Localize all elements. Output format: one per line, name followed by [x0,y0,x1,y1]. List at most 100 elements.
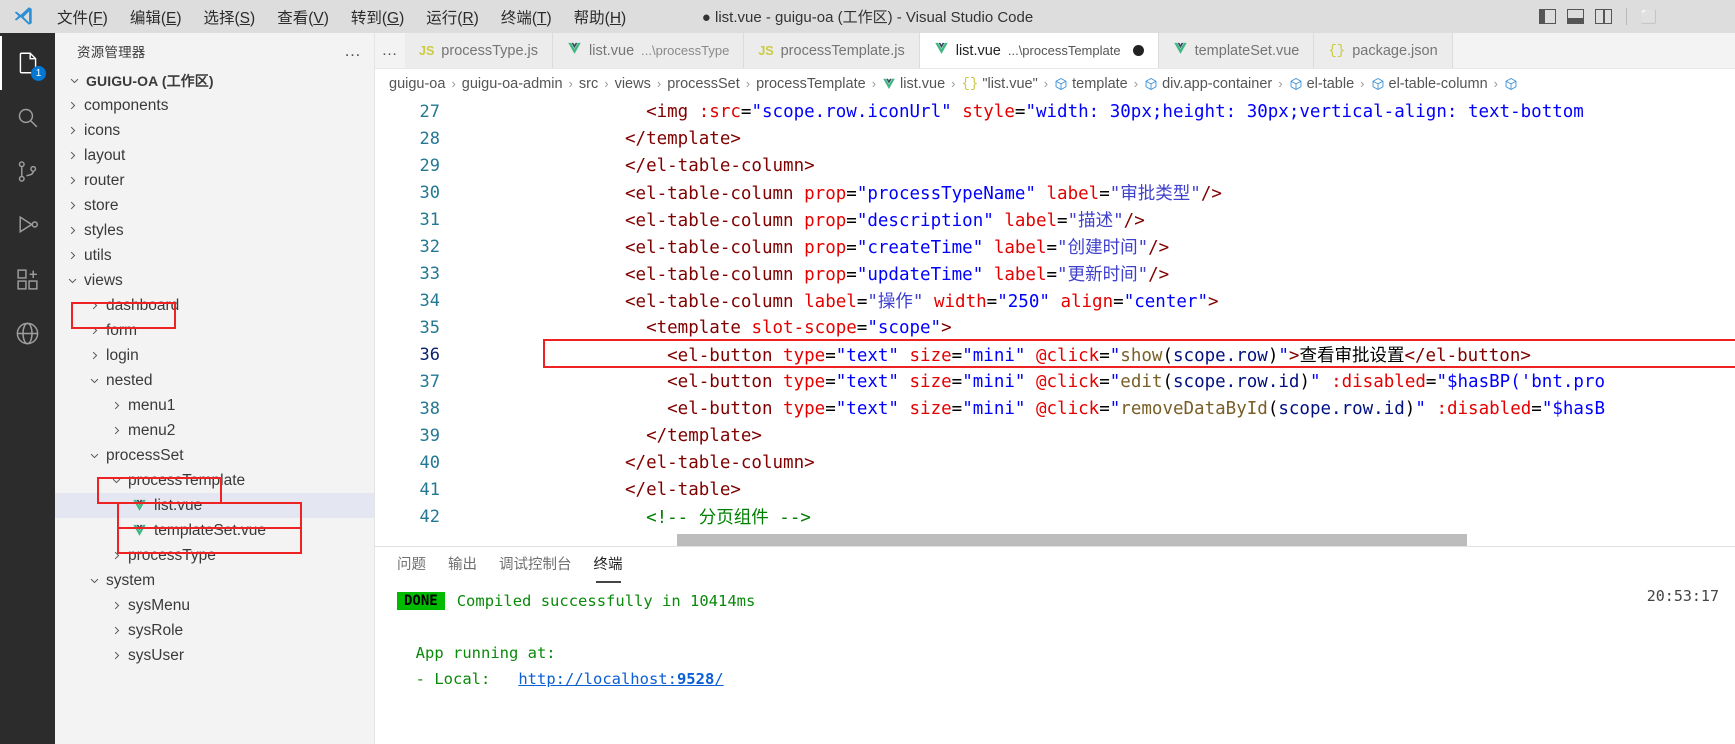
tree-folder-login[interactable]: login [55,343,374,368]
code-line-29[interactable]: 29 </el-table-column> [375,152,1735,179]
panel-tabs[interactable]: 问题 输出 调试控制台 终端 [375,547,1735,583]
tree-file-list-vue[interactable]: list.vue [55,493,374,518]
code-line-40[interactable]: 40 </el-table-column> [375,449,1735,476]
breadcrumb-item-7[interactable]: {} "list.vue" [962,76,1038,92]
code-line-42[interactable]: 42 <!-- 分页组件 --> [375,503,1735,530]
title-bar: 文件(F) 编辑(E) 选择(S) 查看(V) 转到(G) 运行(R) 终端(T) 帮助(H)… [0,0,1735,33]
breadcrumb-item-11[interactable]: el-table-column [1371,76,1488,92]
activity-run-debug[interactable] [0,198,55,252]
breadcrumb-item-12[interactable] [1504,77,1518,91]
breadcrumb-item-6[interactable]: list.vue [882,76,945,92]
code-line-39[interactable]: 39 </template> [375,422,1735,449]
editor-tab-1[interactable]: list.vue ...\processType [553,33,745,68]
menu-bar[interactable]: 文件(F) 编辑(E) 选择(S) 查看(V) 转到(G) 运行(R) 终端(T) 帮助(H) [46,3,637,31]
code-line-31[interactable]: 31 <el-table-column prop="description" la… [375,206,1735,233]
scrollbar-thumb[interactable] [677,534,1467,546]
editor-tab-2[interactable]: JS processTemplate.js [744,33,920,68]
activity-remote-explorer[interactable] [0,306,55,360]
tree-folder-form[interactable]: form [55,318,374,343]
tree-folder-store[interactable]: store [55,193,374,218]
tree-item-label: icons [84,121,121,139]
code-line-36[interactable]: 36 <el-button type="text" size="mini" @c… [375,341,1735,368]
breadcrumb[interactable]: guigu-oa › guigu-oa-admin › src › views › proces… [375,69,1735,98]
breadcrumb-item-4[interactable]: processSet [667,76,740,92]
editor-tab-0[interactable]: JS processType.js [405,33,554,68]
breadcrumb-item-0[interactable]: guigu-oa [389,76,445,92]
editor-horizontal-scrollbar[interactable] [459,534,1735,546]
tree-folder-processTemplate[interactable]: processTemplate [55,468,374,493]
terminal-output[interactable]: DONE Compiled successfully in 10414ms App… [375,581,1735,744]
editor-tab-3[interactable]: list.vue ...\processTemplate [919,33,1159,68]
tree-folder-dashboard[interactable]: dashboard [55,293,374,318]
breadcrumb-item-5[interactable]: processTemplate [756,76,866,92]
tree-folder-sysMenu[interactable]: sysMenu [55,593,374,618]
code-editor[interactable]: 27 <img :src="scope.row.iconUrl" style="… [375,98,1735,546]
activity-source-control[interactable] [0,144,55,198]
menu-item-0[interactable]: 文件(F) [46,3,119,31]
tree-folder-styles[interactable]: styles [55,218,374,243]
menu-item-5[interactable]: 运行(R) [415,3,490,31]
activity-extensions[interactable] [0,252,55,306]
tabs-overflow-icon[interactable]: … [375,33,405,68]
tree-folder-menu1[interactable]: menu1 [55,393,374,418]
menu-item-3[interactable]: 查看(V) [266,3,340,31]
tree-folder-processSet[interactable]: processSet [55,443,374,468]
tree-folder-layout[interactable]: layout [55,143,374,168]
explorer-more-actions-icon[interactable]: … [344,42,362,59]
breadcrumb-item-9[interactable]: div.app-container [1144,76,1272,92]
menu-item-6[interactable]: 终端(T) [490,3,563,31]
code-line-41[interactable]: 41 </el-table> [375,476,1735,503]
tree-folder-components[interactable]: components [55,93,374,118]
breadcrumb-item-3[interactable]: views [615,76,651,92]
activity-search[interactable] [0,90,55,144]
panel-tab-1[interactable]: 输出 [448,553,477,576]
tree-folder-sysUser[interactable]: sysUser [55,643,374,668]
tree-file-templateSet-vue[interactable]: templateSet.vue [55,518,374,543]
code-line-28[interactable]: 28 </template> [375,125,1735,152]
breadcrumb-item-10[interactable]: el-table [1289,76,1354,92]
menu-item-2[interactable]: 选择(S) [193,3,267,31]
tree-folder-sysRole[interactable]: sysRole [55,618,374,643]
tree-folder-icons[interactable]: icons [55,118,374,143]
code-line-30[interactable]: 30 <el-table-column prop="processTypeName… [375,179,1735,206]
tree-folder-system[interactable]: system [55,568,374,593]
tree-root-workspace[interactable]: GUIGU-OA (工作区) [55,68,374,93]
code-line-34[interactable]: 34 <el-table-column label="操作" width="250… [375,287,1735,314]
toggle-panel-icon[interactable] [1566,9,1584,24]
breadcrumb-item-8[interactable]: template [1054,76,1128,92]
code-line-33[interactable]: 33 <el-table-column prop="updateTime" lab… [375,260,1735,287]
menu-item-7[interactable]: 帮助(H) [563,3,638,31]
panel-tab-3[interactable]: 终端 [594,553,623,583]
tree-folder-nested[interactable]: nested [55,368,374,393]
chevron-right-icon [65,125,80,136]
toggle-secondary-sidebar-icon[interactable] [1594,9,1612,24]
panel-tab-2[interactable]: 调试控制台 [499,553,572,576]
breadcrumb-item-1[interactable]: guigu-oa-admin [462,76,563,92]
activity-explorer[interactable]: 1 [0,36,55,90]
breadcrumb-item-2[interactable]: src [579,76,598,92]
tree-folder-utils[interactable]: utils [55,243,374,268]
code-line-27[interactable]: 27 <img :src="scope.row.iconUrl" style="… [375,98,1735,125]
menu-item-4[interactable]: 转到(G) [340,3,415,31]
toggle-primary-sidebar-icon[interactable] [1538,9,1556,24]
panel-tab-0[interactable]: 问题 [397,553,426,576]
code-line-38[interactable]: 38 <el-button type="text" size="mini" @c… [375,395,1735,422]
vue-file-icon [1173,41,1188,60]
tree-item-label: router [84,171,125,189]
tree-folder-menu2[interactable]: menu2 [55,418,374,443]
terminal-link[interactable]: http://localhost:9528/ [518,670,723,688]
tree-folder-views[interactable]: views [55,268,374,293]
layout-toggles[interactable]: ⬜ [1538,0,1657,33]
customize-layout-icon[interactable]: ⬜ [1641,9,1657,25]
editor-tab-4[interactable]: templateSet.vue [1158,33,1315,68]
editor-tab-5[interactable]: {} package.json [1314,33,1453,68]
terminal-text: App running at: [397,644,556,662]
code-line-37[interactable]: 37 <el-button type="text" size="mini" @c… [375,368,1735,395]
tree-folder-processType[interactable]: processType [55,543,374,568]
tab-dirty-indicator[interactable] [1132,45,1144,56]
code-line-35[interactable]: 35 <template slot-scope="scope"> [375,314,1735,341]
tree-folder-router[interactable]: router [55,168,374,193]
file-tree[interactable]: GUIGU-OA (工作区) components icons layout route… [55,68,374,744]
menu-item-1[interactable]: 编辑(E) [119,3,193,31]
code-line-32[interactable]: 32 <el-table-column prop="createTime" lab… [375,233,1735,260]
